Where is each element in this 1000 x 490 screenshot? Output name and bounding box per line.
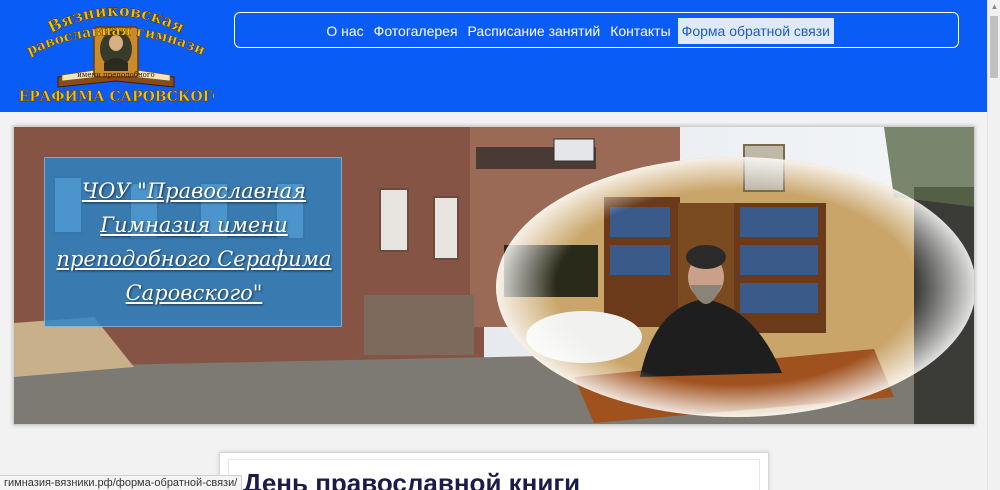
page-scrollbar[interactable]: ▲	[987, 0, 1000, 490]
logo-text-line4: СЕРАФИМА САРОВСКОГО	[18, 89, 214, 105]
nav-item-feedback-form[interactable]: Форма обратной связи	[677, 18, 834, 44]
nav-item-photo-gallery[interactable]: Фотогалерея	[369, 18, 463, 44]
hero-banner: ЧОУ "Православная Гимназия имени преподо…	[13, 126, 975, 425]
logo-text-line3: имени преподобного	[77, 71, 154, 79]
scroll-thumb[interactable]	[990, 16, 998, 78]
logo-graphic: Вязниковская православная гимназия имени…	[7, 0, 224, 105]
nav-item-schedule[interactable]: Расписание занятий	[463, 18, 606, 44]
banner-title-link[interactable]: ЧОУ "Православная Гимназия имени преподо…	[45, 174, 343, 310]
article-card-inner: День православной книги	[228, 459, 760, 490]
main-nav: О нас Фотогалерея Расписание занятий Кон…	[234, 12, 959, 48]
banner-title-box: ЧОУ "Православная Гимназия имени преподо…	[44, 157, 342, 327]
logo[interactable]: Вязниковская православная гимназия имени…	[7, 0, 224, 105]
site-header: Вязниковская православная гимназия имени…	[0, 0, 987, 112]
nav-item-contacts[interactable]: Контакты	[605, 18, 675, 44]
article-card: День православной книги	[219, 452, 769, 490]
scroll-up-arrow-icon[interactable]: ▲	[988, 0, 1000, 14]
article-title[interactable]: День православной книги	[243, 468, 580, 490]
nav-item-about[interactable]: О нас	[321, 18, 368, 44]
status-bar-url: гимназия-вязники.рф/форма-обратной-связи…	[0, 475, 243, 490]
